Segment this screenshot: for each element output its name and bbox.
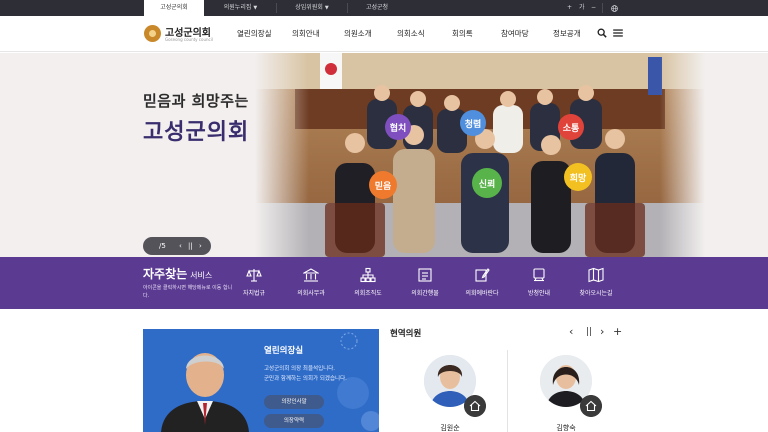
member-name: 김원순 xyxy=(440,424,460,432)
scales-icon xyxy=(246,269,262,282)
open-chair-message-line2: 군민과 함께하는 의회가 되겠습니다. xyxy=(264,376,347,382)
members-pause-button[interactable]: || xyxy=(586,327,592,337)
globe-icon[interactable] xyxy=(611,5,618,12)
open-chair-message-line1: 고성군의회 의장 최을석입니다. xyxy=(264,366,336,372)
chairman-portrait xyxy=(161,353,249,432)
caret-down-icon: ▼ xyxy=(253,5,258,11)
service-label: 의회간행물 xyxy=(411,290,439,297)
building-icon xyxy=(303,268,319,282)
member-homepage-icon[interactable] xyxy=(464,395,486,417)
service-label: 의회에바란다 xyxy=(465,290,499,297)
open-chair-card: 열린의장실 고성군의회 의장 최을석입니다. 군민과 함께하는 의회가 되겠습니… xyxy=(143,329,379,432)
service-label: 찾아오시는길 xyxy=(579,290,613,297)
org-chart-icon xyxy=(360,267,376,283)
gnb-item-council-info[interactable]: 의회안내 xyxy=(292,28,320,39)
logo-subtitle: Goseong county council xyxy=(165,37,213,42)
member-card[interactable]: 김향숙 xyxy=(528,351,638,432)
topnav-divider xyxy=(602,3,603,13)
service-label: 방청안내 xyxy=(527,290,551,297)
gnb-item-news[interactable]: 의회소식 xyxy=(397,28,425,39)
members-more-button[interactable]: + xyxy=(613,325,622,338)
gnb-item-open-chair[interactable]: 열린의장실 xyxy=(237,28,272,39)
member-homepage-icon[interactable] xyxy=(580,395,602,417)
services-title: 자주찾는 서비스 xyxy=(143,265,212,282)
member-card[interactable]: 김원순 xyxy=(412,351,522,432)
topnav-tab-label: 고성군청 xyxy=(365,4,389,11)
council-members-group-photo: 협치 청렴 소통 믿음 신뢰 희망 xyxy=(255,53,705,257)
topnav-tab-standing-committee[interactable]: 상임위원회 ▼ xyxy=(277,0,347,16)
services-title-rest: 서비스 xyxy=(190,271,213,280)
service-item-bylaws[interactable]: 자치법규 xyxy=(226,265,282,305)
gnb-item-disclosure[interactable]: 정보공개 xyxy=(553,28,581,39)
services-description: 아이콘을 클릭하시면 해당메뉴로 이동 합니다. xyxy=(143,285,233,299)
site-header: 고성군의회 Goseong county council 열린의장실 의회안내 … xyxy=(0,16,768,52)
slide-next-button[interactable]: › xyxy=(199,237,202,255)
gallery-icon xyxy=(533,268,545,282)
slide-prev-button[interactable]: ‹ xyxy=(179,237,182,255)
members-prev-button[interactable]: ‹ xyxy=(569,325,573,338)
service-label: 자치법규 xyxy=(242,290,266,297)
topnav-tab-county-office[interactable]: 고성군청 xyxy=(348,0,406,16)
gnb-item-members[interactable]: 의원소개 xyxy=(344,28,372,39)
services-title-bold: 자주찾는 xyxy=(143,267,188,281)
service-item-suggestions[interactable]: 의회에바란다 xyxy=(454,265,510,305)
chairman-greeting-button[interactable]: 의장인사말 xyxy=(264,395,324,409)
members-divider xyxy=(507,350,508,432)
hero-tagline-line1: 믿음과 희망주는 xyxy=(143,92,249,110)
gnb-item-participation[interactable]: 참여마당 xyxy=(501,28,529,39)
caret-down-icon: ▼ xyxy=(324,5,329,11)
council-logo[interactable]: 고성군의회 Goseong county council xyxy=(144,22,224,46)
font-decrease-button[interactable]: − xyxy=(591,0,596,16)
slide-pager: /5 ‹ || › xyxy=(143,237,211,255)
service-item-observation[interactable]: 방청안내 xyxy=(511,265,567,305)
gnb-item-minutes[interactable]: 회의록 xyxy=(452,28,473,39)
open-chair-heading: 열린의장실 xyxy=(264,346,304,356)
hamburger-menu-icon[interactable] xyxy=(613,29,623,37)
topnav-tab-label: 의원누리집 xyxy=(223,4,252,11)
font-size-label: 가 xyxy=(579,4,585,11)
topnav-tab-label: 상임위원회 xyxy=(295,4,323,11)
slide-pause-button[interactable]: || xyxy=(188,237,193,255)
topnav-tab-member-homepage[interactable]: 의원누리집 ▼ xyxy=(205,0,276,16)
service-label: 의회조직도 xyxy=(354,290,382,297)
chairman-profile-button[interactable]: 의장약력 xyxy=(264,414,324,428)
service-item-publications[interactable]: 의회간행물 xyxy=(397,265,453,305)
map-icon xyxy=(588,267,604,283)
service-item-secretariat[interactable]: 의회사무과 xyxy=(283,265,339,305)
topnav-tab-label: 고성군의회 xyxy=(160,4,188,11)
topnav-tab-council[interactable]: 고성군의회 xyxy=(144,0,204,16)
member-name: 김향숙 xyxy=(556,424,576,432)
slide-count: /5 xyxy=(159,242,166,250)
top-utility-bar: 고성군의회 의원누리집 ▼ 상임위원회 ▼ 고성군청 + 가 − xyxy=(0,0,768,16)
hero-tagline-line2: 고성군의회 xyxy=(143,120,250,145)
service-item-directions[interactable]: 찾아오시는길 xyxy=(568,265,624,305)
search-icon[interactable] xyxy=(597,28,607,38)
council-emblem-icon xyxy=(144,25,161,42)
open-chair-message: 고성군의회 의장 최을석입니다. 군민과 함께하는 의회가 되겠습니다. xyxy=(264,364,347,384)
service-item-org-chart[interactable]: 의회조직도 xyxy=(340,265,396,305)
service-label: 의회사무과 xyxy=(297,290,325,297)
frequent-services-band: 자주찾는 서비스 아이콘을 클릭하시면 해당메뉴로 이동 합니다. 자치법규 의회… xyxy=(0,257,768,309)
font-increase-button[interactable]: + xyxy=(567,0,572,16)
members-section-title: 현역의원 xyxy=(390,329,422,339)
hero-banner: 협치 청렴 소통 믿음 신뢰 희망 믿음과 희망주는 고성군의회 /5 ‹ ||… xyxy=(0,53,768,257)
members-next-button[interactable]: › xyxy=(600,325,604,338)
edit-icon xyxy=(475,268,490,282)
publication-icon xyxy=(418,268,432,282)
